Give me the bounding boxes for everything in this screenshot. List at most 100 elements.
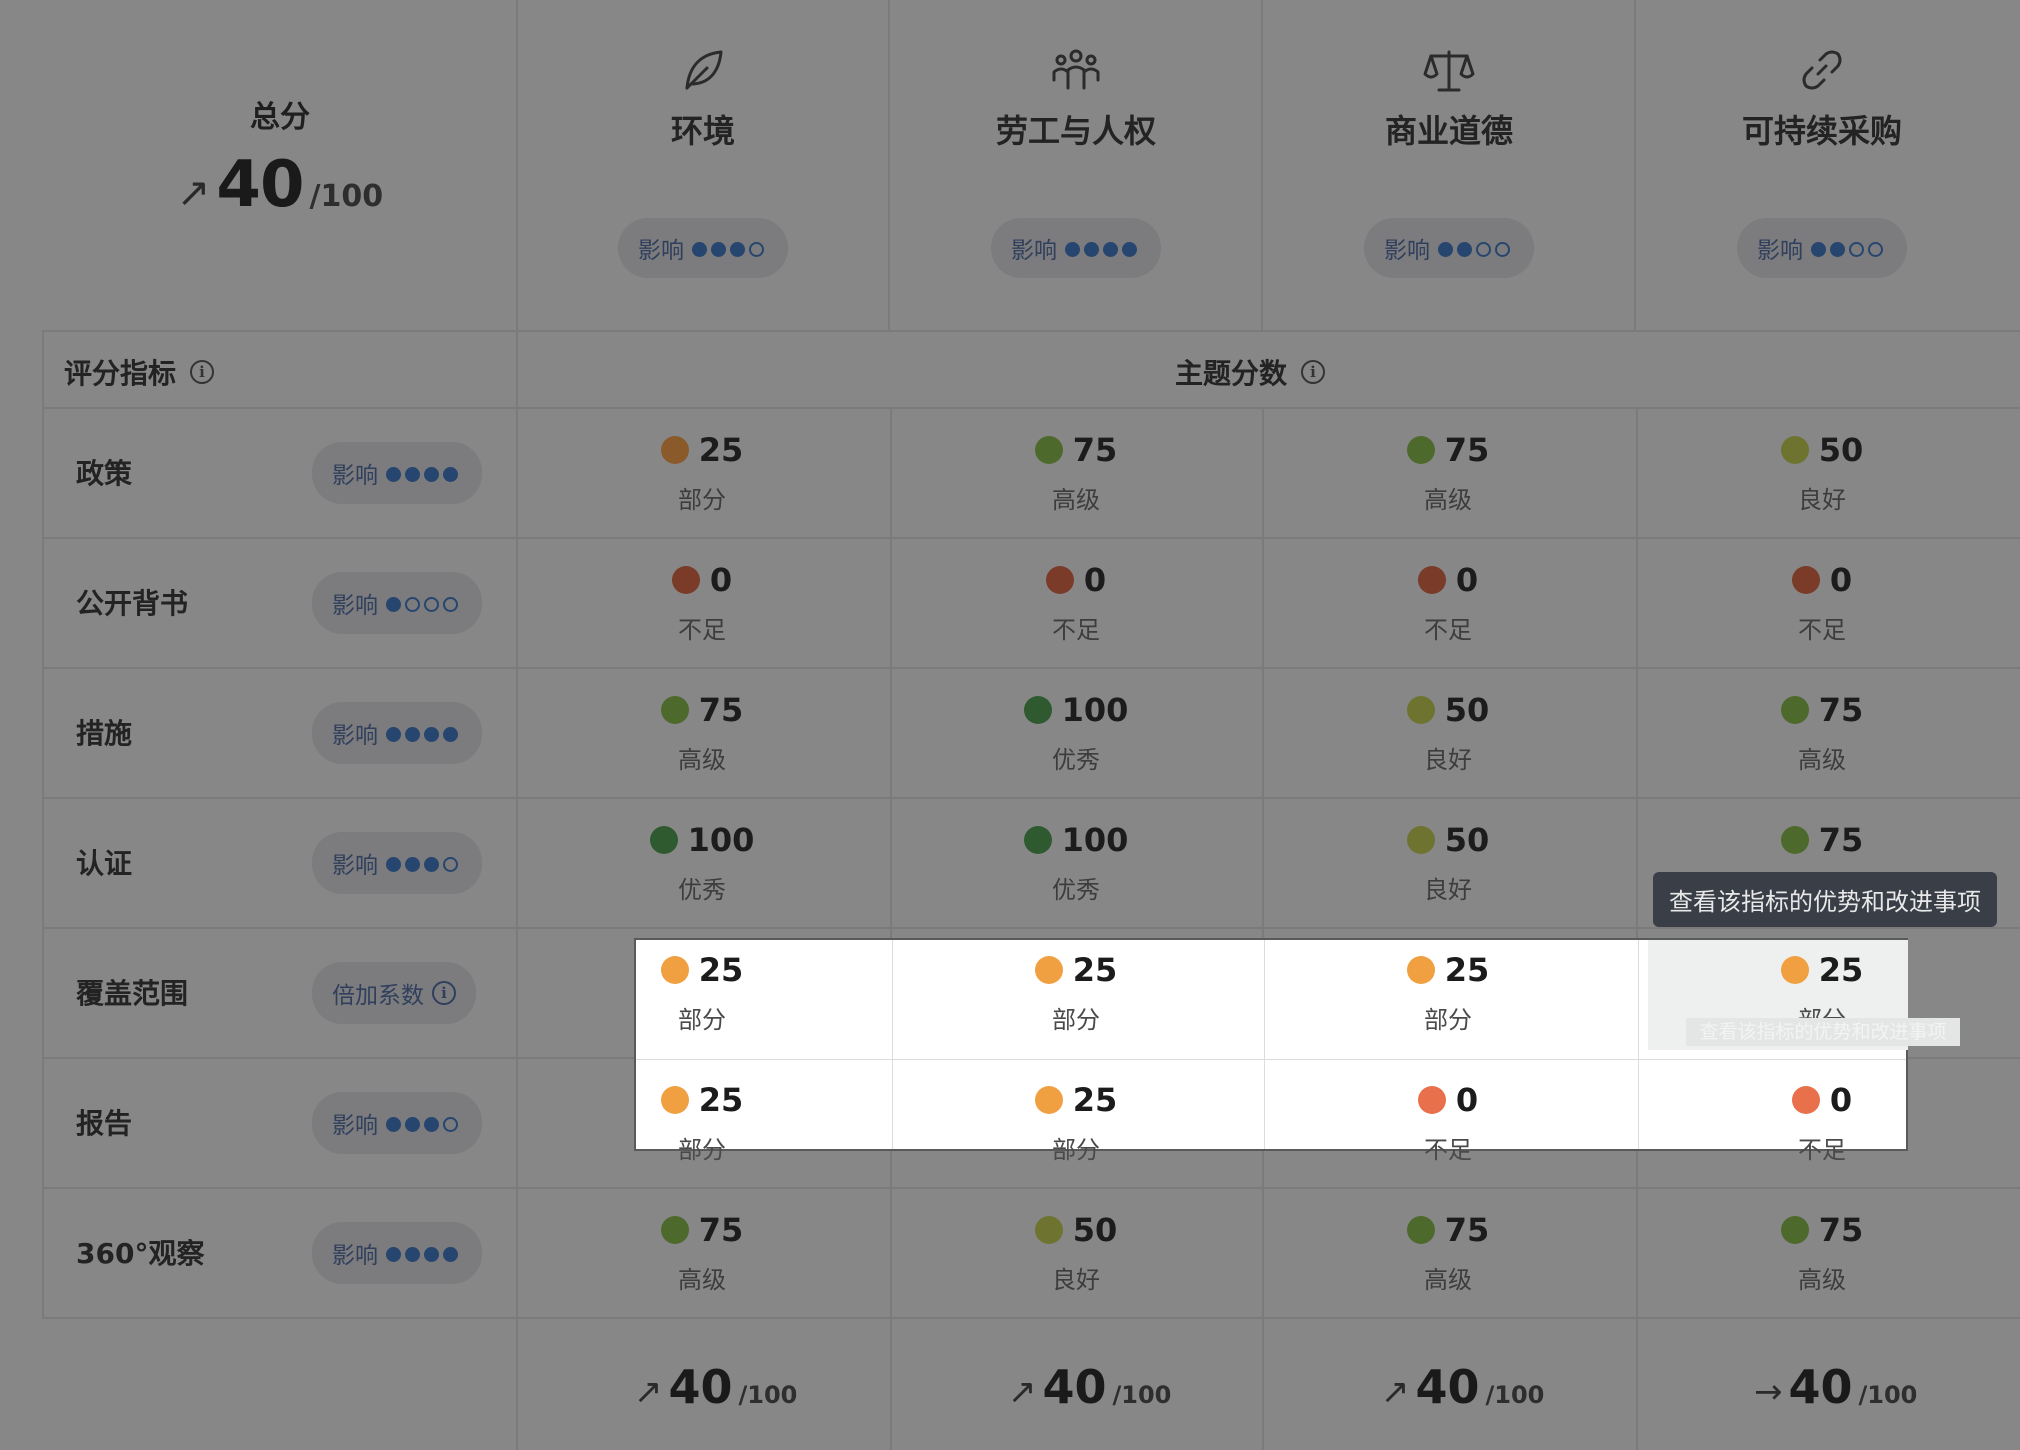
score-cell[interactable]: 75 (1636, 820, 2008, 870)
tooltip-text: 查看该指标的优势和改进事项 (1669, 888, 1981, 916)
overall-score-value: 40 (216, 148, 304, 222)
theme-name: 环境 (670, 112, 735, 150)
score-value: 0 (1455, 561, 1479, 599)
overall-score-panel: 总分 ↗ 40 /100 (130, 92, 430, 222)
metric-impact-badge[interactable]: 影响 (312, 1222, 482, 1284)
overall-score-max: /100 (309, 179, 384, 214)
theme-impact-badge[interactable]: 影响 (618, 218, 788, 278)
impact-dots (386, 719, 462, 747)
score-cell[interactable]: 0 不足 (1262, 560, 1634, 645)
score-cell[interactable]: 75 高级 (1636, 1210, 2008, 1295)
score-level: 部分 (1052, 1006, 1100, 1034)
score-level: 部分 (678, 1136, 726, 1164)
score-cell[interactable]: 75 高级 (1262, 430, 1634, 515)
info-icon[interactable]: i (190, 360, 215, 384)
score-cell[interactable]: 25 部分 (516, 430, 888, 515)
score-cell[interactable]: 50 良好 (1262, 690, 1634, 775)
trend-up-icon: ↗ (1381, 1372, 1410, 1412)
info-icon[interactable]: i (432, 981, 456, 1005)
score-level: 高级 (1424, 1266, 1472, 1294)
score-cell[interactable]: 0 不足 (1636, 560, 2008, 645)
score-level: 良好 (1424, 876, 1472, 904)
trend-up-icon: ↗ (1008, 1372, 1037, 1412)
score-value: 75 (1444, 431, 1490, 469)
score-status-dot (1023, 696, 1052, 724)
score-cell[interactable]: 25 部分 (890, 1080, 1262, 1165)
score-cell[interactable]: 100 优秀 (890, 690, 1262, 775)
score-cell[interactable]: 50 良好 (1636, 430, 2008, 515)
score-cell[interactable]: 75 高级 (516, 690, 888, 775)
theme-impact-badge[interactable]: 影响 (1364, 218, 1534, 278)
metric-name: 报告 (76, 1107, 133, 1140)
multiplier-badge[interactable]: 倍加系数 i (312, 962, 476, 1024)
theme-total-value: 40 (668, 1360, 733, 1414)
theme-scores-header: 主题分数 i (1175, 352, 1326, 392)
metric-impact-badge[interactable]: 影响 (312, 702, 482, 764)
score-cell[interactable]: 25 部分 (890, 950, 1262, 1035)
score-cell[interactable]: 75 高级 (516, 1210, 888, 1295)
score-cell[interactable]: 75 高级 (1636, 690, 2008, 775)
scale-icon (1262, 44, 1636, 96)
impact-label: 影响 (1011, 238, 1057, 264)
score-level: 不足 (1798, 1136, 1846, 1164)
score-status-dot (671, 566, 700, 594)
score-cell[interactable]: 75 高级 (890, 430, 1262, 515)
faded-tooltip-text: 查看该指标的优势和改进事项 (1699, 1021, 1947, 1043)
score-cell[interactable]: 0 不足 (1636, 1080, 2008, 1165)
score-status-dot (1406, 956, 1435, 984)
score-value: 25 (1072, 951, 1118, 989)
score-cell[interactable]: 50 良好 (1262, 820, 1634, 905)
score-level: 高级 (1798, 746, 1846, 774)
score-cell[interactable]: 50 良好 (890, 1210, 1262, 1295)
score-value: 25 (698, 1081, 744, 1119)
score-level: 高级 (1052, 486, 1100, 514)
metric-impact-badge[interactable]: 影响 (312, 1092, 482, 1154)
score-cell[interactable]: 25 部分 (1262, 950, 1634, 1035)
theme-name: 可持续采购 (1741, 112, 1902, 150)
score-value: 25 (1444, 951, 1490, 989)
score-cell[interactable]: 0 不足 (1262, 1080, 1634, 1165)
theme-total-max: /100 (1112, 1381, 1172, 1409)
score-status-dot (1034, 956, 1063, 984)
metric-name: 覆盖范围 (76, 977, 189, 1010)
score-level: 优秀 (1052, 746, 1100, 774)
score-level: 高级 (678, 746, 726, 774)
metric-impact-badge[interactable]: 影响 (312, 832, 482, 894)
score-value: 0 (1083, 561, 1107, 599)
impact-dots (1811, 234, 1887, 262)
impact-dots (1438, 234, 1514, 262)
theme-total-ethics: ↗ 40 /100 (1381, 1360, 1544, 1414)
score-cell[interactable]: 100 优秀 (516, 820, 888, 905)
metrics-header: 评分指标 i (64, 352, 215, 392)
score-status-dot (1406, 826, 1435, 854)
score-cell[interactable]: 0 不足 (890, 560, 1262, 645)
score-status-dot (1406, 436, 1435, 464)
theme-header-labor: 劳工与人权 (890, 44, 1262, 152)
score-cell[interactable]: 100 优秀 (890, 820, 1262, 905)
impact-label: 影响 (1384, 238, 1430, 264)
score-level: 部分 (678, 486, 726, 514)
impact-dots (1065, 234, 1141, 262)
score-value: 75 (1818, 691, 1864, 729)
score-cell[interactable]: 25 部分 (516, 950, 888, 1035)
score-cell[interactable]: 25 部分 (516, 1080, 888, 1165)
score-value: 25 (1818, 951, 1864, 989)
impact-label: 影响 (332, 593, 378, 619)
score-status-dot (1780, 436, 1809, 464)
metric-impact-badge[interactable]: 影响 (312, 572, 482, 634)
score-status-dot (1045, 566, 1074, 594)
score-level: 部分 (1424, 1006, 1472, 1034)
score-cell[interactable]: 0 不足 (516, 560, 888, 645)
theme-total-value: 40 (1415, 1360, 1480, 1414)
theme-impact-badge[interactable]: 影响 (1737, 218, 1907, 278)
theme-total-value: 40 (1788, 1360, 1853, 1414)
score-value: 75 (698, 1211, 744, 1249)
score-cell[interactable]: 75 高级 (1262, 1210, 1634, 1295)
metric-impact-badge[interactable]: 影响 (312, 442, 482, 504)
metric-name: 认证 (76, 847, 133, 880)
score-status-dot (1417, 1086, 1446, 1114)
score-level: 部分 (1052, 1136, 1100, 1164)
theme-impact-badge[interactable]: 影响 (991, 218, 1161, 278)
info-icon[interactable]: i (1301, 360, 1326, 384)
score-status-dot (1034, 1216, 1063, 1244)
